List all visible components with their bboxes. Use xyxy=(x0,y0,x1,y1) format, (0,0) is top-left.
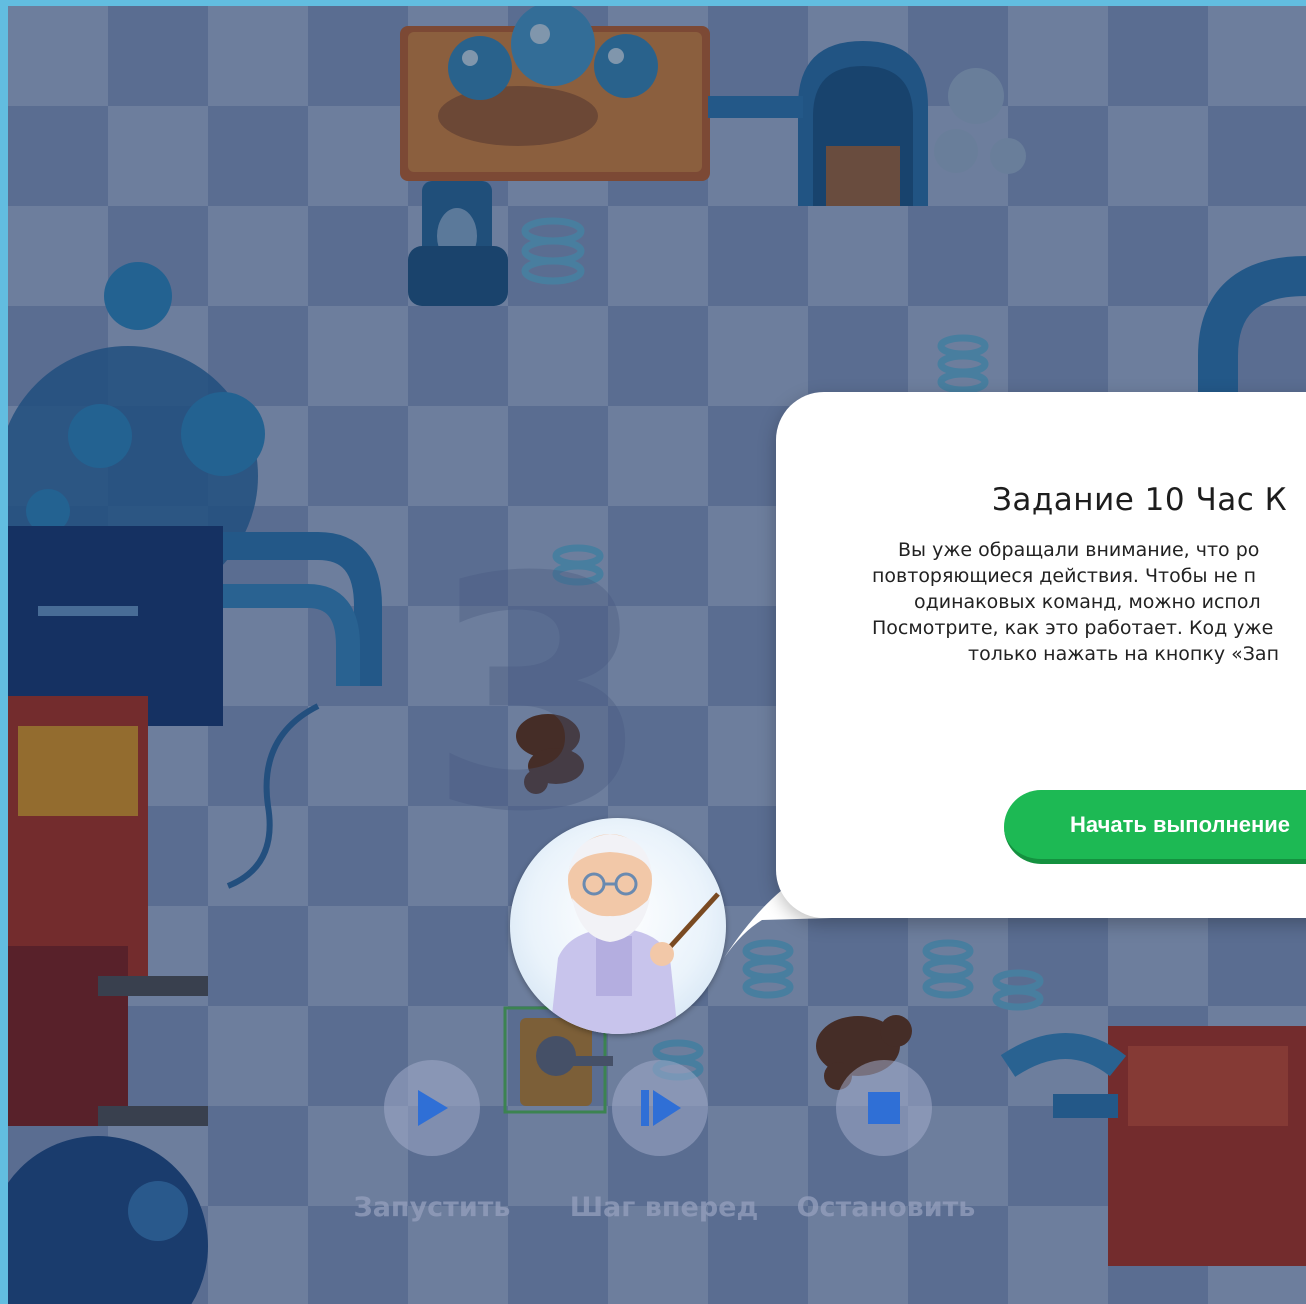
dialog-line: Посмотрите, как это работает. Код уже xyxy=(872,617,1274,639)
dialog-line: только нажать на кнопку «Зап xyxy=(968,643,1279,665)
stop-label: Остановить xyxy=(796,1192,976,1223)
task-dialog: Задание 10 Час К Вы уже обращали внимани… xyxy=(776,392,1306,918)
professor-icon xyxy=(550,834,720,1034)
dialog-line: повторяющиеся действия. Чтобы не п xyxy=(872,565,1257,587)
dialog-title: Задание 10 Час К xyxy=(992,482,1288,518)
professor-avatar xyxy=(510,818,726,1034)
step-forward-icon xyxy=(641,1090,681,1126)
stop-button[interactable] xyxy=(836,1060,932,1156)
step-forward-label: Шаг вперед xyxy=(569,1192,759,1223)
run-label: Запустить xyxy=(353,1192,511,1223)
dialog-line: одинаковых команд, можно испол xyxy=(914,591,1261,613)
window-frame-left xyxy=(0,0,8,1304)
dialog-description: Вы уже обращали внимание, что ро повторя… xyxy=(866,537,1306,667)
run-button[interactable] xyxy=(384,1060,480,1156)
play-icon xyxy=(418,1090,448,1126)
start-task-button[interactable]: Начать выполнение xyxy=(1004,790,1306,864)
dialog-line: Вы уже обращали внимание, что ро xyxy=(898,539,1260,561)
stop-icon xyxy=(868,1092,900,1124)
step-forward-button[interactable] xyxy=(612,1060,708,1156)
